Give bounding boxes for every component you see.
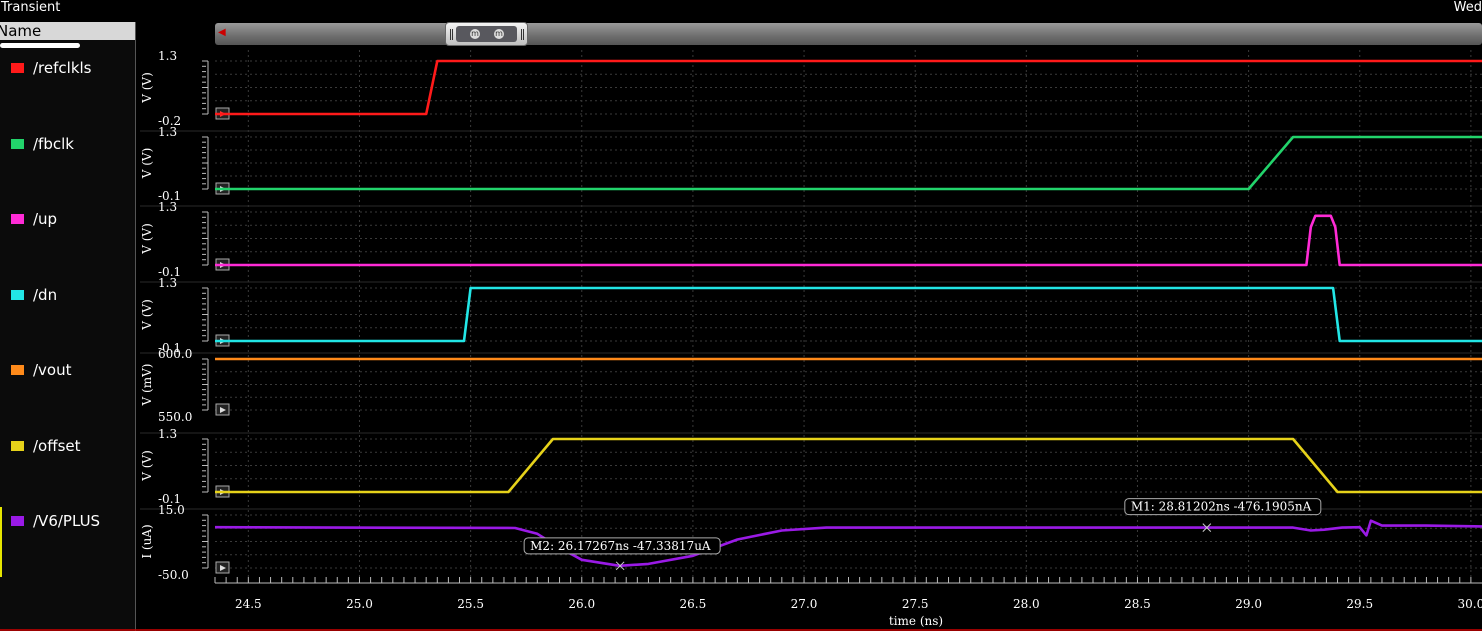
y-axis-max-label: 15.0 bbox=[158, 503, 185, 517]
x-tick-label: 28.0 bbox=[1013, 597, 1040, 611]
marker-label: M1: 28.81202ns -476.1905nA bbox=[1131, 500, 1312, 514]
y-axis-unit-label: V (V) bbox=[140, 72, 154, 104]
x-tick-label: 26.5 bbox=[680, 597, 707, 611]
waveform-up[interactable] bbox=[215, 214, 1482, 267]
waveform-plot[interactable]: 1.3-0.2V (V)1.3-0.1V (V)1.3-0.1V (V)1.3-… bbox=[0, 0, 1482, 631]
x-tick-label: 29.0 bbox=[1235, 597, 1262, 611]
x-tick-label: 27.0 bbox=[791, 597, 818, 611]
x-axis-title: time (ns) bbox=[889, 614, 943, 628]
y-axis-max-label: 600.0 bbox=[158, 347, 192, 361]
x-tick-label: 25.0 bbox=[346, 597, 373, 611]
x-tick-label: 28.5 bbox=[1124, 597, 1151, 611]
y-axis-unit-label: V (V) bbox=[140, 223, 154, 255]
x-tick-label: 24.5 bbox=[235, 597, 262, 611]
y-axis-max-label: 1.3 bbox=[158, 200, 177, 214]
x-tick-label: 27.5 bbox=[902, 597, 929, 611]
y-axis-unit-label: V (V) bbox=[140, 148, 154, 180]
y-axis-min-label: 550.0 bbox=[158, 410, 192, 424]
y-axis-unit-label: I (uA) bbox=[140, 524, 154, 558]
x-tick-label: 29.5 bbox=[1346, 597, 1373, 611]
y-axis-max-label: 1.3 bbox=[158, 276, 177, 290]
y-axis-max-label: 1.3 bbox=[158, 125, 177, 139]
x-tick-label: 26.0 bbox=[568, 597, 595, 611]
y-axis-max-label: 1.3 bbox=[158, 427, 177, 441]
y-axis-max-label: 1.3 bbox=[158, 49, 177, 63]
y-axis-unit-label: V (V) bbox=[140, 450, 154, 482]
x-tick-label: 25.5 bbox=[457, 597, 484, 611]
waveform-v6plus[interactable] bbox=[214, 519, 1482, 568]
y-axis-unit-label: V (mV) bbox=[140, 364, 154, 407]
y-axis-unit-label: V (V) bbox=[140, 299, 154, 331]
x-tick-label: 30.0 bbox=[1458, 597, 1482, 611]
marker-label: M2: 26.17267ns -47.33817uA bbox=[530, 539, 711, 553]
y-axis-min-label: -50.0 bbox=[158, 568, 189, 582]
